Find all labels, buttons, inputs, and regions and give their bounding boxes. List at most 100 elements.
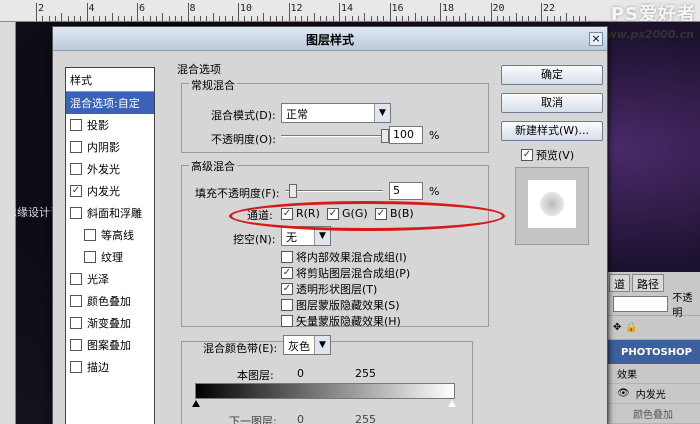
advanced-option-checkbox[interactable]: 矢量蒙版隐藏效果(H) bbox=[281, 313, 401, 329]
advanced-blending-title: 高级混合 bbox=[189, 158, 237, 174]
ruler-tick bbox=[408, 16, 410, 21]
blend-mode-select[interactable]: 正常 ▼ bbox=[281, 103, 391, 123]
ruler-tick bbox=[446, 16, 448, 21]
checkbox-icon[interactable] bbox=[70, 317, 82, 329]
fill-opacity-input[interactable]: 5 bbox=[389, 182, 423, 200]
layers-panel: 道 路径 不透明 ✥ 🔒 PHOTOSHOP 效果 👁 内发光 颜色叠加 bbox=[606, 272, 700, 424]
ruler-number: 22 bbox=[543, 3, 556, 14]
effect-inner-glow[interactable]: 内发光 bbox=[636, 386, 666, 401]
ruler-number: 14 bbox=[341, 3, 354, 14]
effect-color-overlay[interactable]: 颜色叠加 bbox=[633, 406, 673, 421]
tab-paths[interactable]: 路径 bbox=[632, 274, 664, 292]
under-layer-high: 255 bbox=[355, 413, 376, 424]
checkbox-icon bbox=[281, 299, 293, 311]
fill-opacity-slider-thumb[interactable] bbox=[288, 184, 297, 198]
checkbox-icon[interactable] bbox=[70, 295, 82, 307]
checkbox-icon[interactable] bbox=[70, 207, 82, 219]
ruler-tick bbox=[244, 16, 246, 21]
checkbox-icon[interactable] bbox=[70, 141, 82, 153]
checkbox-icon[interactable]: ✓ bbox=[70, 185, 82, 197]
lock-icon[interactable]: 🔒 bbox=[625, 322, 637, 333]
blend-mode-select[interactable] bbox=[613, 295, 669, 312]
layer-photoshop[interactable]: PHOTOSHOP bbox=[607, 340, 700, 364]
preview-label: 预览(V) bbox=[536, 149, 575, 162]
style-list-item[interactable]: 内阴影 bbox=[66, 136, 154, 158]
checkbox-icon[interactable] bbox=[84, 229, 96, 241]
top-ruler: 2 4 6 8 10 12 14 16 18 20 22 PS爱好者 bbox=[0, 0, 700, 22]
under-layer-low: 0 bbox=[297, 413, 304, 424]
checkbox-icon[interactable] bbox=[70, 119, 82, 131]
move-icon[interactable]: ✥ bbox=[613, 322, 621, 333]
ruler-tick bbox=[458, 16, 460, 21]
ok-button[interactable]: 确定 bbox=[501, 65, 603, 85]
style-list-item[interactable]: 外发光 bbox=[66, 158, 154, 180]
advanced-option-label: 将内部效果混合成组(I) bbox=[296, 251, 407, 264]
ruler-tick bbox=[92, 16, 94, 21]
advanced-option-checkbox[interactable]: 图层蒙版隐藏效果(S) bbox=[281, 297, 400, 313]
style-list: 样式 混合选项:自定投影内阴影 外发光 ✓ 内发光斜面和浮雕等高线 纹理 光泽 颜色叠加渐变… bbox=[65, 67, 155, 424]
advanced-option-checkbox[interactable]: ✓ 将剪贴图层混合成组(P) bbox=[281, 265, 410, 281]
ruler-tick bbox=[534, 16, 536, 21]
style-list-item[interactable]: 投影 bbox=[66, 114, 154, 136]
style-list-item-label: 投影 bbox=[87, 119, 109, 132]
eye-icon[interactable]: 👁 bbox=[617, 388, 630, 399]
advanced-option-checkbox[interactable]: ✓ 透明形状图层(T) bbox=[281, 281, 377, 297]
new-style-button[interactable]: 新建样式(W)... bbox=[501, 121, 603, 141]
fill-opacity-slider[interactable] bbox=[285, 184, 383, 198]
style-list-item-label: 斜面和浮雕 bbox=[87, 207, 142, 220]
this-layer-white-slider[interactable] bbox=[448, 400, 456, 407]
style-list-header[interactable]: 样式 bbox=[66, 68, 154, 92]
style-list-item[interactable]: 斜面和浮雕 bbox=[66, 202, 154, 224]
checkbox-icon[interactable] bbox=[70, 163, 82, 175]
advanced-option-label: 透明形状图层(T) bbox=[296, 283, 378, 296]
style-list-item[interactable]: 光泽 bbox=[66, 268, 154, 290]
style-list-item[interactable]: 图案叠加 bbox=[66, 334, 154, 356]
ruler-tick bbox=[339, 3, 340, 21]
preview-checkbox[interactable]: ✓ 预览(V) bbox=[521, 147, 574, 163]
this-layer-high: 255 bbox=[355, 367, 376, 380]
opacity-slider[interactable] bbox=[281, 129, 389, 143]
ruler-tick bbox=[326, 16, 328, 21]
ruler-tick bbox=[73, 16, 75, 21]
checkbox-icon[interactable] bbox=[70, 361, 82, 373]
ruler-tick bbox=[174, 16, 176, 21]
this-layer-low: 0 bbox=[297, 367, 304, 380]
ruler-tick bbox=[559, 16, 561, 21]
ruler-tick bbox=[269, 16, 271, 21]
opacity-input[interactable]: 100 bbox=[389, 126, 423, 144]
ruler-number: 12 bbox=[290, 3, 303, 14]
advanced-option-checkbox[interactable]: 将内部效果混合成组(I) bbox=[281, 249, 407, 265]
style-list-item[interactable]: 描边 bbox=[66, 356, 154, 378]
ruler-number: 2 bbox=[38, 3, 45, 14]
close-button[interactable]: × bbox=[589, 32, 603, 46]
ruler-tick bbox=[503, 16, 505, 21]
style-list-item[interactable]: 纹理 bbox=[66, 246, 154, 268]
ruler-tick bbox=[332, 16, 334, 21]
checkbox-icon[interactable] bbox=[70, 273, 82, 285]
ruler-tick bbox=[231, 16, 233, 21]
cancel-button[interactable]: 取消 bbox=[501, 93, 603, 113]
tab-channels[interactable]: 道 bbox=[609, 274, 630, 292]
preview-swatch bbox=[528, 180, 576, 228]
ruler-number: 8 bbox=[189, 3, 196, 14]
dialog-titlebar[interactable]: 图层样式 × bbox=[53, 27, 607, 51]
this-layer-black-slider[interactable] bbox=[192, 400, 200, 407]
ruler-tick bbox=[238, 3, 239, 21]
style-list-item[interactable]: ✓ 内发光 bbox=[66, 180, 154, 202]
style-list-item[interactable]: 等高线 bbox=[66, 224, 154, 246]
style-list-item[interactable]: 渐变叠加 bbox=[66, 312, 154, 334]
blend-if-select[interactable]: 灰色 ▼ bbox=[283, 335, 331, 355]
ruler-tick bbox=[219, 16, 220, 21]
opacity-slider-thumb[interactable] bbox=[381, 129, 389, 143]
checkbox-icon bbox=[281, 251, 293, 263]
ruler-tick bbox=[193, 16, 195, 21]
style-list-item-label: 渐变叠加 bbox=[87, 317, 131, 330]
style-preview bbox=[515, 167, 589, 245]
opacity-value: 100 bbox=[393, 128, 414, 141]
style-list-item[interactable]: 颜色叠加 bbox=[66, 290, 154, 312]
style-list-item[interactable]: 混合选项:自定 bbox=[66, 92, 154, 114]
checkbox-icon[interactable] bbox=[70, 339, 82, 351]
watermark-url: www.ps2000.cn bbox=[596, 28, 694, 41]
checkbox-icon[interactable] bbox=[84, 251, 96, 263]
ruler-tick bbox=[105, 16, 107, 21]
